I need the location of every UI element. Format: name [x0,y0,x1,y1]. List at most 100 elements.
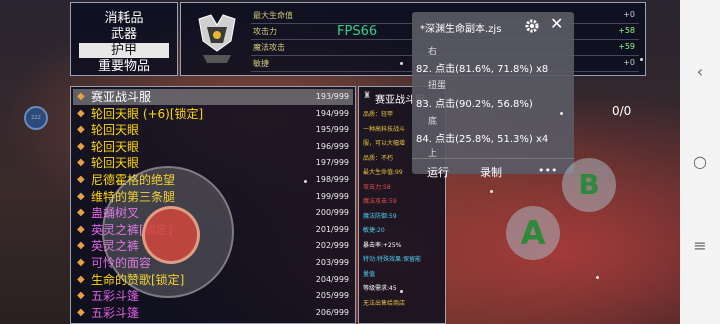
item-name: 轮回天眼 [91,123,140,138]
detail-line: 服，可以大幅增 [363,140,406,147]
snow-particle [560,112,563,115]
item-name: 赛亚战斗服 [91,90,152,104]
item-count: 201/999 [315,224,349,234]
home-icon[interactable]: ○ [693,152,707,171]
item-row[interactable]: ◆ 轮回天眼 195/999 [73,122,353,138]
detail-line: 无法出售给商店 [363,299,406,307]
category-armor[interactable]: 护甲 [79,43,169,58]
category-key-items[interactable]: 重要物品 [71,59,177,74]
stat-label: 攻击力 [253,27,277,36]
item-row[interactable]: ◆ 五彩斗篷 205/999 [73,288,353,304]
snow-particle [400,290,403,293]
item-row[interactable]: ◆ 赛亚战斗服 193/999 [73,89,353,105]
run-button[interactable]: 运行 [427,164,449,180]
item-row[interactable]: ◆ 轮回天眼 196/999 [73,139,353,155]
item-count: 193/999 [315,92,349,101]
item-name: 轮回天眼 [91,139,140,154]
item-count: 200/999 [315,208,349,218]
cloak-icon: ◆ [77,290,85,302]
category-panel: 消耗品 武器 护甲 重要物品 [70,2,178,76]
eye-icon: ◆ [77,124,85,136]
eye-icon: ◆ [77,157,85,169]
pants-icon: ◆ [77,240,85,252]
detail-line: 特効:特殊效果:保留能 [363,256,422,263]
armor-portrait-icon [193,11,241,67]
detail-line: 魔法攻击:59 [363,198,397,205]
item-name: 轮回天眼 (+6)[锁定] [91,106,204,121]
item-count: 199/999 [315,191,349,201]
snow-particle [490,190,493,193]
script-step-note: 扭蛋 [428,81,447,91]
stat-label: 魔法攻击 [253,43,285,52]
stat-label: 最大生命值 [253,11,293,20]
gear-icon[interactable] [524,18,540,34]
detail-line: 品质：轻甲 [363,111,394,118]
script-step-note: 右 [428,47,438,57]
item-name: 五彩斗篷 [91,305,140,320]
item-count: 202/999 [315,241,349,251]
system-nav-bar: ‹ ○ ≡ [680,0,720,324]
record-button[interactable]: 录制 [480,164,502,180]
detail-line: 一种高科技战斗 [363,125,406,133]
script-step-note: 底 [428,117,438,127]
item-count: 205/999 [315,291,349,301]
detail-line: 品质：不朽 [363,154,394,162]
floating-assist-button[interactable]: zzz [24,106,48,130]
eye-icon: ◆ [77,107,85,119]
script-step[interactable]: 83. 点击(90.2%, 56.8%) [416,95,533,110]
stat-value: +58 [618,26,635,35]
branch-icon: ◆ [77,207,85,219]
category-weapons[interactable]: 武器 [71,27,177,42]
cloak-icon: ◆ [77,306,85,318]
snow-particle [596,276,599,279]
script-title: *深渊生命副本.zjs [420,24,502,35]
item-row[interactable]: ◆ 轮回天眼 197/999 [73,155,353,171]
a-button[interactable]: A [506,206,560,260]
pants-icon: ◆ [77,223,85,235]
fps-counter: FPS66 [337,24,378,39]
count-ratio: 0/0 [612,104,632,118]
item-name: 五彩斗篷 [91,289,140,304]
leg-icon: ◆ [77,190,85,202]
more-options-button[interactable]: ••• [538,164,557,177]
item-count: 197/999 [315,158,349,168]
snow-particle [304,180,307,183]
joystick-knob[interactable] [142,206,200,264]
detail-line: 量值 [363,270,376,278]
divider [412,158,574,159]
item-count: 204/999 [315,274,349,284]
b-button[interactable]: B [562,158,616,212]
close-icon[interactable]: ✕ [550,16,566,32]
claw-icon: ◆ [77,174,85,185]
item-count: 196/999 [315,141,349,151]
armor-icon: ♜ [363,91,372,101]
item-count: 203/999 [315,258,349,267]
snow-particle [400,62,403,65]
script-step[interactable]: 82. 点击(81.6%, 71.8%) x8 [416,60,548,75]
script-step[interactable]: 84. 点击(25.8%, 51.3%) x4 [416,130,548,145]
category-consumables[interactable]: 消耗品 [71,11,177,26]
snow-particle [640,58,643,61]
recents-icon[interactable]: ≡ [693,236,706,255]
item-count: 195/999 [315,125,349,135]
virtual-joystick[interactable] [102,166,234,298]
note-icon: ◆ [77,273,85,285]
item-name: 轮回天眼 [91,156,140,171]
eye-icon: ◆ [77,140,85,152]
back-icon[interactable]: ‹ [697,62,703,81]
detail-line: 暴击率:+25% [363,241,402,249]
detail-line: 等级需求:45 [363,285,397,292]
item-row[interactable]: ◆ 五彩斗篷 206/999 [73,305,353,321]
stat-value: +0 [623,58,635,67]
detail-line: 最大生命值:99 [363,169,403,176]
stat-value: +59 [618,42,635,51]
armor-icon: ◆ [77,91,85,102]
stat-label: 敏捷 [253,59,269,68]
detail-line: 敏捷:20 [363,227,385,234]
item-count: 198/999 [315,175,349,184]
item-count: 206/999 [315,307,349,317]
detail-line: 攻击力:58 [363,183,391,191]
item-count: 194/999 [315,108,349,118]
detail-line: 魔法防御:59 [363,212,397,220]
item-row[interactable]: ◆ 轮回天眼 (+6)[锁定] 194/999 [73,106,353,122]
